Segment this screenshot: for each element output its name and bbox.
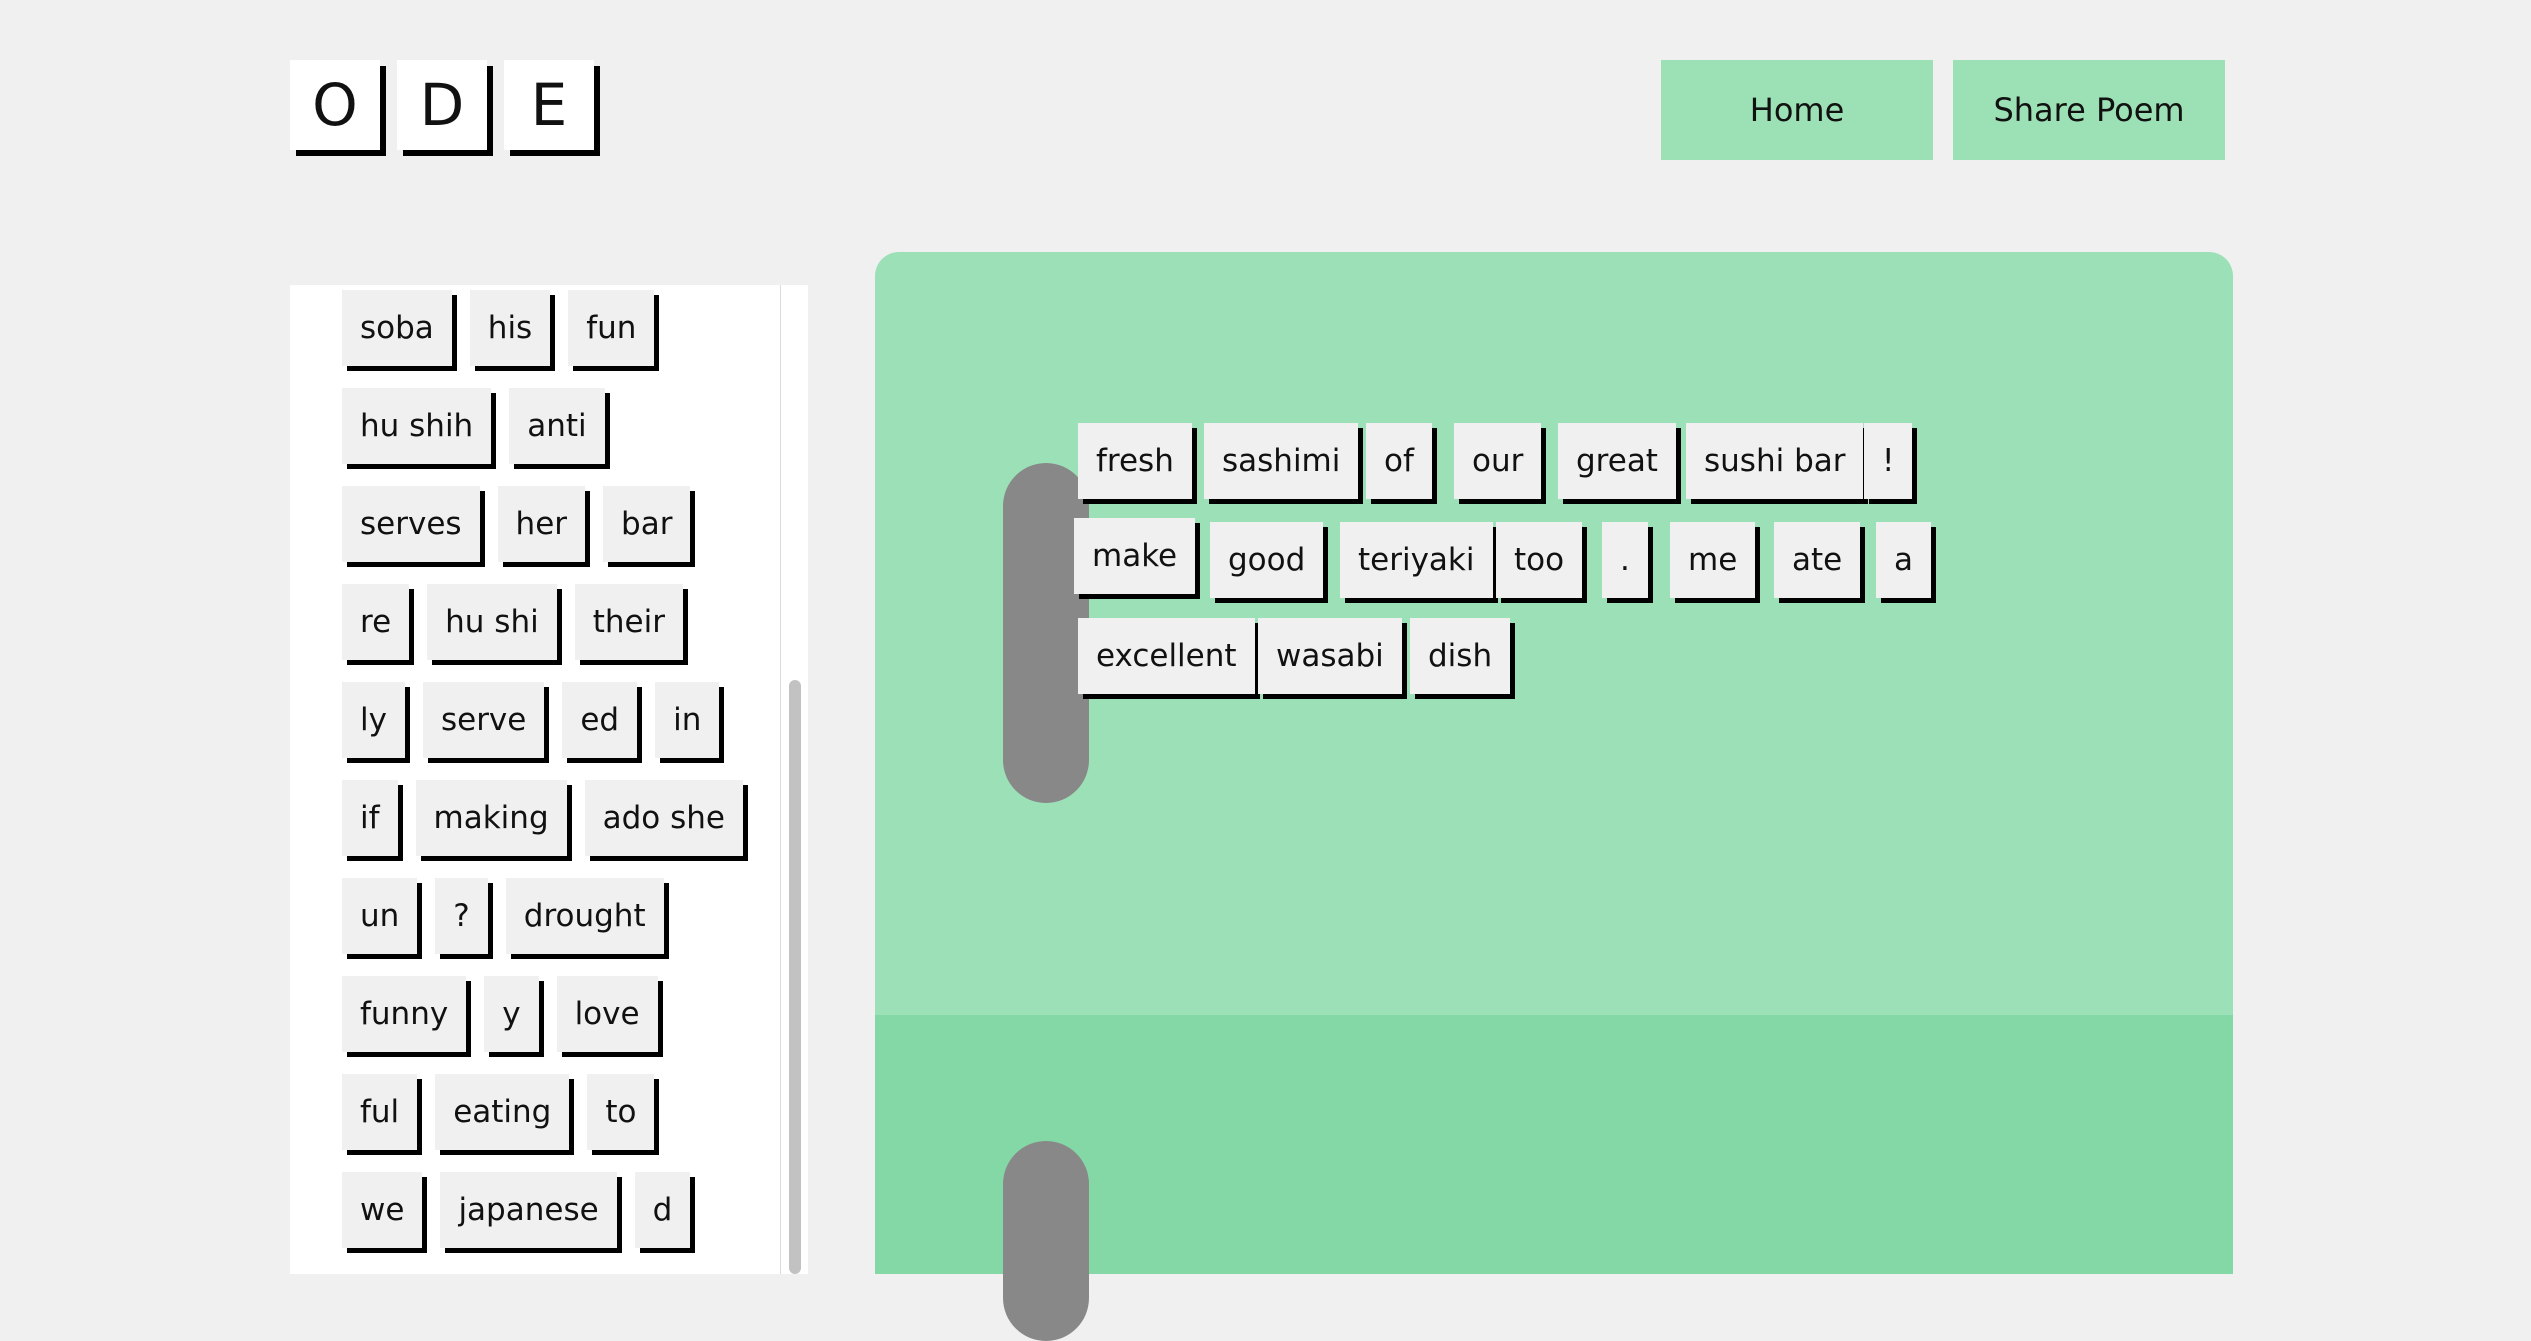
word-bank-row: if making ado she	[342, 780, 743, 878]
fridge-bottom-handle	[1003, 1141, 1089, 1341]
poem-word-tile[interactable]: dish	[1410, 618, 1511, 694]
word-bank-list: soba his fun hu shih anti serves her bar…	[342, 290, 743, 1270]
word-tile[interactable]: if	[342, 780, 398, 856]
word-tile[interactable]: un	[342, 878, 418, 954]
word-tile[interactable]: d	[634, 1172, 691, 1248]
word-tile[interactable]: japanese	[440, 1172, 617, 1248]
poem-word-tile[interactable]: wasabi	[1258, 618, 1402, 694]
poem-word-tile[interactable]: sashimi	[1204, 423, 1359, 499]
word-tile[interactable]: funny	[342, 976, 467, 1052]
logo-tile-e: E	[504, 60, 594, 150]
scrollbar-thumb[interactable]	[789, 680, 801, 1274]
word-tile[interactable]: their	[574, 584, 683, 660]
word-bank-row: soba his fun	[342, 290, 743, 388]
share-poem-button[interactable]: Share Poem	[1953, 60, 2225, 160]
word-tile[interactable]: ed	[562, 682, 638, 758]
word-tile[interactable]: hu shih	[342, 388, 492, 464]
poem-word-tile[interactable]: ate	[1774, 522, 1861, 598]
word-bank-scrollbar[interactable]	[780, 285, 808, 1274]
poem-word-tile[interactable]: of	[1366, 423, 1432, 499]
word-bank-row: hu shih anti	[342, 388, 743, 486]
poem-word-tile[interactable]: teriyaki	[1340, 522, 1493, 598]
poem-word-tile[interactable]: !	[1864, 423, 1913, 499]
word-tile[interactable]: love	[556, 976, 658, 1052]
word-bank-panel: soba his fun hu shih anti serves her bar…	[290, 285, 808, 1274]
word-tile[interactable]: hu shi	[427, 584, 557, 660]
home-button[interactable]: Home	[1661, 60, 1933, 160]
poem-word-tile[interactable]: excellent	[1078, 618, 1255, 694]
word-bank-row: funny y love	[342, 976, 743, 1074]
word-tile[interactable]: eating	[435, 1074, 570, 1150]
word-bank-row: re hu shi their	[342, 584, 743, 682]
word-bank-row: ful eating to	[342, 1074, 743, 1172]
word-tile[interactable]: soba	[342, 290, 452, 366]
fridge-top-handle	[1003, 463, 1089, 803]
word-tile[interactable]: ?	[435, 878, 488, 954]
word-tile[interactable]: anti	[509, 388, 605, 464]
poem-word-tile[interactable]: our	[1454, 423, 1542, 499]
logo-tile-d: D	[397, 60, 487, 150]
poem-word-tile[interactable]: .	[1602, 522, 1648, 598]
word-tile[interactable]: drought	[505, 878, 664, 954]
word-bank-row: un ? drought	[342, 878, 743, 976]
word-tile[interactable]: ado she	[584, 780, 743, 856]
logo-tile-o: O	[290, 60, 380, 150]
word-tile[interactable]: serve	[422, 682, 545, 758]
word-tile[interactable]: y	[484, 976, 539, 1052]
word-tile[interactable]: ful	[342, 1074, 418, 1150]
word-bank-row: we japanese d	[342, 1172, 743, 1270]
word-tile[interactable]: we	[342, 1172, 423, 1248]
word-tile[interactable]: bar	[603, 486, 691, 562]
poem-word-tile[interactable]: make	[1074, 518, 1196, 594]
word-tile[interactable]: in	[655, 682, 720, 758]
word-tile[interactable]: her	[497, 486, 586, 562]
ode-logo: O D E	[290, 60, 594, 150]
poem-word-tile[interactable]: fresh	[1078, 423, 1192, 499]
poem-word-tile[interactable]: too	[1496, 522, 1583, 598]
word-tile[interactable]: to	[587, 1074, 655, 1150]
word-tile[interactable]: serves	[342, 486, 480, 562]
poem-word-tile[interactable]: great	[1558, 423, 1676, 499]
word-bank-row: serves her bar	[342, 486, 743, 584]
poem-word-tile[interactable]: a	[1876, 522, 1931, 598]
word-tile[interactable]: making	[415, 780, 567, 856]
word-tile[interactable]: ly	[342, 682, 405, 758]
poem-word-tile[interactable]: me	[1670, 522, 1756, 598]
word-tile[interactable]: his	[469, 290, 551, 366]
poem-word-tile[interactable]: sushi bar	[1686, 423, 1864, 499]
word-tile[interactable]: re	[342, 584, 410, 660]
word-bank-row: ly serve ed in	[342, 682, 743, 780]
poem-word-tile[interactable]: good	[1210, 522, 1324, 598]
word-tile[interactable]: fun	[568, 290, 655, 366]
